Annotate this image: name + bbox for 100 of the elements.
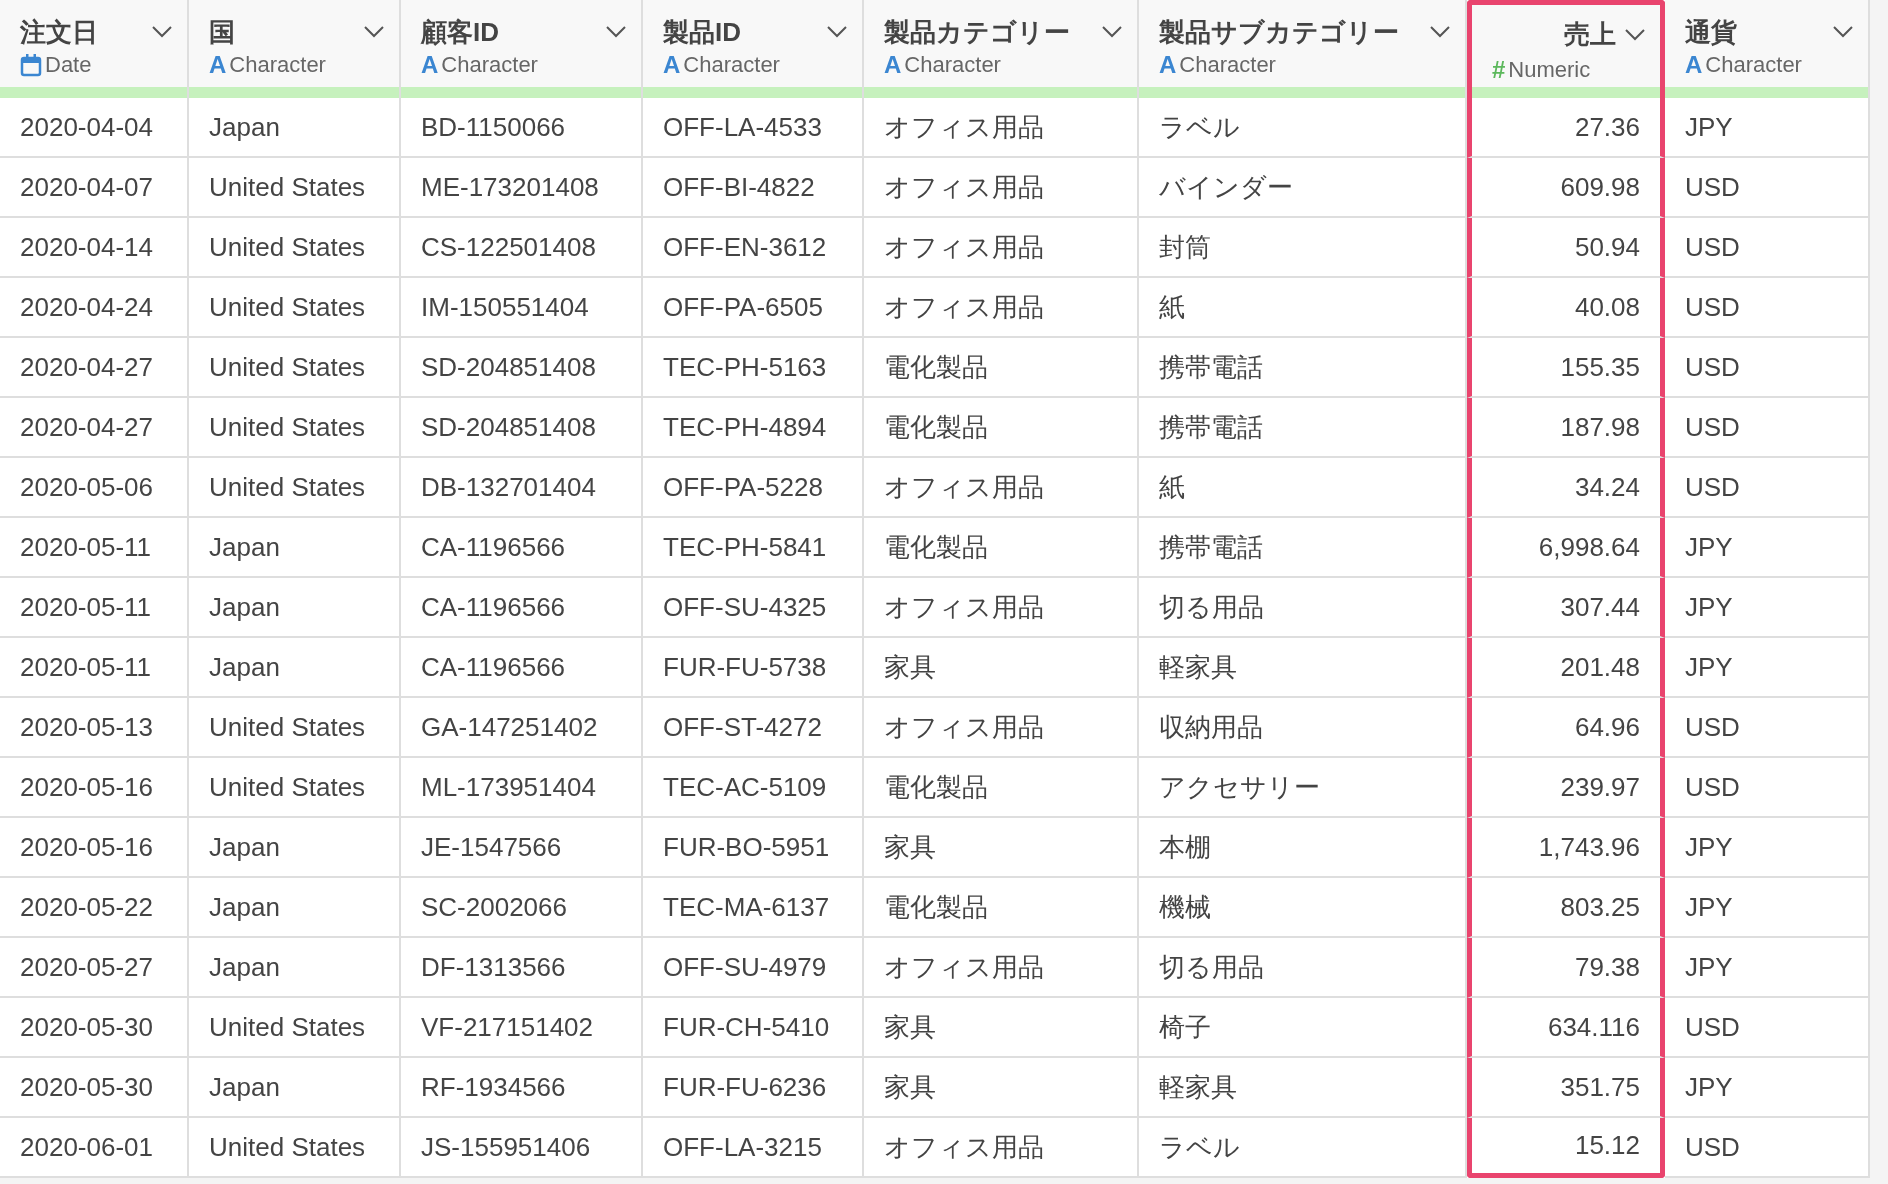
table-cell: 351.75 (1467, 1058, 1665, 1118)
table-cell: IM-150551404 (401, 278, 643, 338)
table-cell: 紙 (1139, 278, 1467, 338)
table-cell: DB-132701404 (401, 458, 643, 518)
table-cell: ML-173951404 (401, 758, 643, 818)
table-cell: JS-155951406 (401, 1118, 643, 1178)
column-header[interactable]: 製品ID ACharacter (643, 0, 864, 98)
table-cell: United States (189, 1118, 401, 1178)
table-cell: OFF-BI-4822 (643, 158, 864, 218)
column-header[interactable]: 注文日 Date (0, 0, 189, 98)
table-cell: 家具 (864, 998, 1139, 1058)
table-cell: 2020-04-27 (0, 338, 189, 398)
table-cell: 携帯電話 (1139, 398, 1467, 458)
table-cell: 電化製品 (864, 518, 1139, 578)
table-cell: USD (1665, 158, 1870, 218)
table-cell: JPY (1665, 878, 1870, 938)
column-type: Character (1179, 52, 1276, 78)
table-cell: Japan (189, 638, 401, 698)
table-cell: 239.97 (1467, 758, 1665, 818)
table-cell: 307.44 (1467, 578, 1665, 638)
table-cell: United States (189, 758, 401, 818)
table-cell: USD (1665, 1118, 1870, 1178)
table-cell: 609.98 (1467, 158, 1665, 218)
column-title: 売上 (1563, 18, 1616, 51)
chevron-down-icon[interactable] (1429, 25, 1451, 39)
table-cell: TEC-AC-5109 (643, 758, 864, 818)
chevron-down-icon[interactable] (1832, 25, 1854, 39)
table-cell: JPY (1665, 1058, 1870, 1118)
table-cell: 2020-04-04 (0, 98, 189, 158)
table-cell: オフィス用品 (864, 158, 1139, 218)
column-type: Date (45, 52, 92, 78)
table-cell: ラベル (1139, 98, 1467, 158)
column-header[interactable]: 製品カテゴリー ACharacter (864, 0, 1139, 98)
table-cell: CA-1196566 (401, 638, 643, 698)
column-header[interactable]: 通貨 ACharacter (1665, 0, 1870, 98)
table-cell: TEC-PH-4894 (643, 398, 864, 458)
chevron-down-icon[interactable] (826, 25, 848, 39)
table-cell: RF-1934566 (401, 1058, 643, 1118)
column-header[interactable]: 国 ACharacter (189, 0, 401, 98)
table-cell: USD (1665, 698, 1870, 758)
column-title: 製品ID (663, 15, 742, 49)
table-cell: 2020-04-07 (0, 158, 189, 218)
table-cell: USD (1665, 398, 1870, 458)
table-cell: OFF-PA-6505 (643, 278, 864, 338)
table-cell: OFF-LA-4533 (643, 98, 864, 158)
table-cell: ラベル (1139, 1118, 1467, 1178)
table-cell: USD (1665, 458, 1870, 518)
table-cell: 34.24 (1467, 458, 1665, 518)
column-type: Numeric (1508, 57, 1591, 83)
column-type: Character (229, 52, 326, 78)
table-cell: 家具 (864, 1058, 1139, 1118)
type-glyph: # (1492, 56, 1506, 84)
table-cell: United States (189, 158, 401, 218)
column-header[interactable]: 製品サブカテゴリー ACharacter (1139, 0, 1467, 98)
table-cell: Japan (189, 878, 401, 938)
type-glyph: A (1685, 51, 1703, 79)
chevron-down-icon[interactable] (1624, 27, 1646, 42)
chevron-down-icon[interactable] (1101, 25, 1123, 39)
table-cell: 64.96 (1467, 698, 1665, 758)
table-cell: United States (189, 458, 401, 518)
column-title: 顧客ID (421, 15, 500, 49)
column-title: 注文日 (20, 15, 99, 49)
table-cell: 電化製品 (864, 878, 1139, 938)
table-cell: OFF-SU-4979 (643, 938, 864, 998)
table-cell: 2020-05-11 (0, 638, 189, 698)
column-title: 通貨 (1685, 15, 1738, 49)
table-cell: VF-217151402 (401, 998, 643, 1058)
column-header[interactable]: 売上 #Numeric (1467, 0, 1665, 98)
table-cell: 1,743.96 (1467, 818, 1665, 878)
table-cell: TEC-PH-5841 (643, 518, 864, 578)
table-cell: バインダー (1139, 158, 1467, 218)
table-cell: USD (1665, 218, 1870, 278)
table-cell: 40.08 (1467, 278, 1665, 338)
table-cell: 201.48 (1467, 638, 1665, 698)
chevron-down-icon[interactable] (151, 25, 173, 39)
table-cell: 2020-05-30 (0, 1058, 189, 1118)
table-cell: USD (1665, 758, 1870, 818)
table-cell: 2020-05-13 (0, 698, 189, 758)
table-cell: オフィス用品 (864, 698, 1139, 758)
type-glyph: A (421, 51, 439, 79)
column-title: 国 (209, 15, 236, 49)
table-cell: JPY (1665, 638, 1870, 698)
table-cell: OFF-EN-3612 (643, 218, 864, 278)
table-cell: オフィス用品 (864, 938, 1139, 998)
table-cell: 2020-05-16 (0, 758, 189, 818)
chevron-down-icon[interactable] (363, 25, 385, 39)
table-cell: 携帯電話 (1139, 338, 1467, 398)
column-header[interactable]: 顧客ID ACharacter (401, 0, 643, 98)
table-cell: CA-1196566 (401, 578, 643, 638)
table-cell: United States (189, 338, 401, 398)
table-cell: 2020-05-11 (0, 518, 189, 578)
chevron-down-icon[interactable] (605, 25, 627, 39)
table-cell: FUR-BO-5951 (643, 818, 864, 878)
table-cell: 27.36 (1467, 98, 1665, 158)
table-cell: 封筒 (1139, 218, 1467, 278)
table-cell: SC-2002066 (401, 878, 643, 938)
table-cell: JPY (1665, 818, 1870, 878)
table-cell: 収納用品 (1139, 698, 1467, 758)
table-cell: United States (189, 998, 401, 1058)
table-cell: 2020-05-27 (0, 938, 189, 998)
